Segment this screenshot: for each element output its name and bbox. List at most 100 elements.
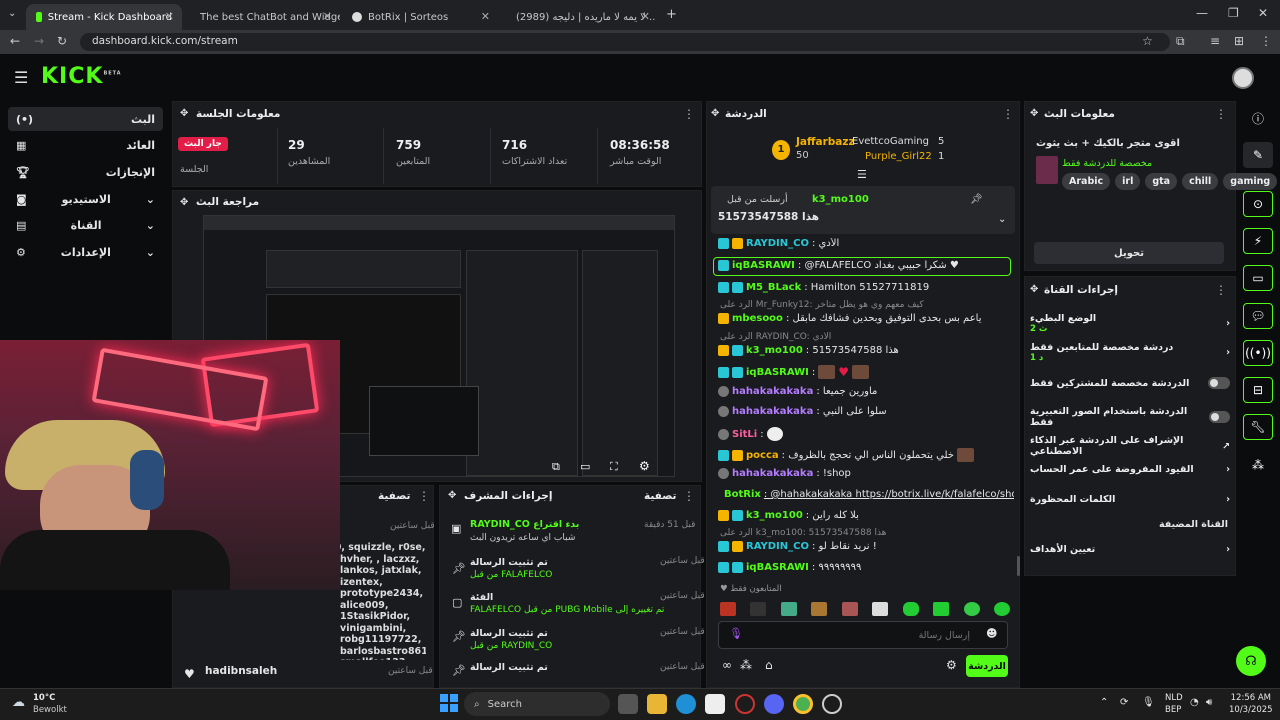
emote-icon[interactable]: [811, 602, 828, 616]
channelactions-menu-icon[interactable]: ⋮: [1215, 283, 1227, 297]
session-drag-icon[interactable]: ✥: [180, 108, 188, 119]
picture-in-picture-icon[interactable]: ⧉: [552, 460, 560, 474]
close-icon[interactable]: ✕: [165, 10, 174, 23]
sidebar-item-achievements[interactable]: 🏆︎ الإنجازات: [8, 160, 163, 184]
chat-scrollbar[interactable]: [1017, 556, 1020, 576]
chat-message[interactable]: k3_mo100: بلا كله راين: [718, 510, 1014, 521]
sync-icon[interactable]: ⟳: [1120, 697, 1128, 708]
sidebar-item-broadcast[interactable]: (•) البث: [8, 107, 163, 131]
chat-message[interactable]: iqBASRAWI: ♥: [718, 365, 1014, 379]
chevron-down-icon[interactable]: ⌄: [998, 214, 1006, 225]
chat-message[interactable]: k3_mo100: 51573547588 هذا: [718, 345, 1014, 356]
close-icon[interactable]: ✕: [641, 10, 650, 23]
task-view-icon[interactable]: [618, 694, 638, 714]
infinity-icon[interactable]: ∞: [722, 658, 732, 672]
chat-message[interactable]: BotRix: @hahakakakaka https://botrix.liv…: [718, 489, 1014, 500]
setting-subscribers-only[interactable]: الدردشة مخصصة للمشتركين فقط: [1030, 377, 1230, 389]
browser-menu-icon[interactable]: ⋮: [1260, 34, 1272, 48]
microphone-tray-icon[interactable]: 🎙︎: [1142, 697, 1155, 708]
chat-message[interactable]: hahakakakaka: ماورين جميعا: [718, 386, 1014, 397]
chat-username[interactable]: k3_mo100: [746, 510, 803, 521]
maximize-icon[interactable]: ❐: [1228, 6, 1239, 20]
tab-search-icon[interactable]: ⌄: [8, 8, 16, 19]
chat-username[interactable]: iqBASRAWI: [732, 260, 795, 271]
clock-time[interactable]: 12:56 AM: [1229, 693, 1271, 703]
edit-stream-info-button[interactable]: تحويل: [1034, 242, 1224, 264]
emote-icon[interactable]: [780, 602, 797, 616]
fullscreen-icon[interactable]: ⛶: [610, 460, 618, 474]
collapse-leaderboard-icon[interactable]: ☰: [857, 168, 867, 181]
leader-name[interactable]: Purple_Girl22: [865, 151, 932, 162]
channelactions-drag-icon[interactable]: ✥: [1030, 284, 1038, 295]
forward-icon[interactable]: →: [34, 34, 44, 48]
pinned-user[interactable]: k3_mo100: [812, 194, 869, 205]
volume-icon[interactable]: 🔊︎: [1206, 697, 1212, 708]
tag[interactable]: irl: [1115, 173, 1141, 190]
streaminfo-drag-icon[interactable]: ✥: [1030, 108, 1038, 119]
chat-bubble-icon[interactable]: 💬︎: [1243, 303, 1273, 329]
chat-message[interactable]: mbesooo: ياعم بس بحدى التوفيق وبحدين فشا…: [718, 313, 1014, 324]
activity-menu-icon[interactable]: ⋮: [418, 489, 430, 503]
chat-message[interactable]: hahakakakaka: !shop: [718, 468, 1014, 479]
card-icon[interactable]: ▭: [1243, 265, 1273, 291]
send-chat-button[interactable]: الدردشة: [966, 655, 1008, 677]
broadcast-signal-icon[interactable]: ((•)): [1243, 340, 1273, 366]
setting-goals[interactable]: تعيين الأهداف ›: [1030, 544, 1230, 555]
discord-icon[interactable]: [764, 694, 784, 714]
emote-icon[interactable]: [993, 602, 1010, 616]
chat-settings-icon[interactable]: ⚙: [946, 658, 957, 672]
leader-name[interactable]: Jaffarbazz: [796, 136, 855, 148]
chat-username[interactable]: RAYDIN_CO: [746, 541, 809, 552]
tab-botrix[interactable]: BotRix | Sorteos ✕: [342, 4, 498, 30]
setting-banned-words[interactable]: الكلمات المحظورة ›: [1030, 494, 1230, 505]
toggle-switch[interactable]: [1208, 411, 1230, 423]
share-nodes-icon[interactable]: ⁂: [1243, 452, 1273, 478]
chat-username[interactable]: SitLi: [732, 429, 757, 440]
chat-drag-icon[interactable]: ✥: [711, 108, 719, 119]
tray-chevron-up-icon[interactable]: ⌃: [1100, 697, 1108, 708]
back-icon[interactable]: ←: [10, 34, 20, 48]
chat-username[interactable]: RAYDIN_CO: [746, 238, 809, 249]
translate-icon[interactable]: ⊞: [1234, 34, 1244, 48]
setting-ai-moderation[interactable]: الإشراف على الدردشة عبر الذكاء الاصطناعي…: [1030, 435, 1230, 457]
store-icon[interactable]: [705, 694, 725, 714]
chat-username[interactable]: mbesooo: [732, 313, 783, 324]
chat-message[interactable]: M5_BLack: Hamilton 51527711819: [718, 282, 1014, 293]
chat-message[interactable]: hahakakakaka: سلوا على النبي: [718, 406, 1014, 417]
setting-slow-mode[interactable]: الوضع البطيء 2 ث ›: [1030, 313, 1230, 334]
user-avatar[interactable]: [1232, 67, 1254, 89]
modactions-filter[interactable]: تصفية: [644, 490, 677, 502]
close-icon[interactable]: ✕: [481, 10, 490, 23]
chat-username[interactable]: pocca: [746, 450, 779, 461]
setting-host-channel[interactable]: القناة المضيفة: [1030, 519, 1228, 530]
sidebar-item-revenue[interactable]: ▦ العائد: [8, 133, 163, 157]
chat-username[interactable]: k3_mo100: [746, 345, 803, 356]
chat-username[interactable]: hahakakakaka: [732, 386, 813, 397]
chat-message[interactable]: iqBASRAWI: ٩٩٩٩٩٩٩٩: [718, 562, 1014, 573]
opera-icon[interactable]: [735, 694, 755, 714]
reload-icon[interactable]: ↻: [57, 34, 67, 48]
edit-icon[interactable]: ✎: [1243, 142, 1273, 168]
close-icon[interactable]: ✕: [323, 10, 332, 23]
chat-message[interactable]: RAYDIN_CO: الأدي: [718, 238, 1014, 249]
emote-icon[interactable]: [841, 602, 858, 616]
chat-message[interactable]: SitLi:: [718, 427, 1014, 441]
lightning-icon[interactable]: ⚡︎: [1243, 228, 1273, 254]
taskbar-search[interactable]: ⌕ Search: [464, 692, 610, 716]
chat-username[interactable]: iqBASRAWI: [746, 367, 809, 378]
streaminfo-menu-icon[interactable]: ⋮: [1215, 107, 1227, 121]
hamburger-menu-icon[interactable]: ☰: [14, 68, 28, 87]
emote-icon[interactable]: [750, 602, 767, 616]
chat-input-field[interactable]: [740, 627, 970, 643]
file-explorer-icon[interactable]: [647, 694, 667, 714]
media-icon[interactable]: ≡: [1210, 34, 1220, 48]
window-close-icon[interactable]: ✕: [1258, 6, 1268, 20]
minimize-icon[interactable]: —: [1196, 6, 1208, 20]
sidebar-item-studio[interactable]: ◙ الاستيديو ⌄: [8, 187, 163, 211]
leader-name[interactable]: EvettcoGaming: [852, 136, 929, 147]
emote-icon[interactable]: [963, 602, 980, 616]
chat-username[interactable]: BotRix: [724, 489, 761, 500]
chat-username[interactable]: hahakakakaka: [732, 406, 813, 417]
windows-start-icon[interactable]: [440, 694, 458, 712]
sidebar-item-channel[interactable]: ▤ القناة ⌄: [8, 213, 163, 237]
